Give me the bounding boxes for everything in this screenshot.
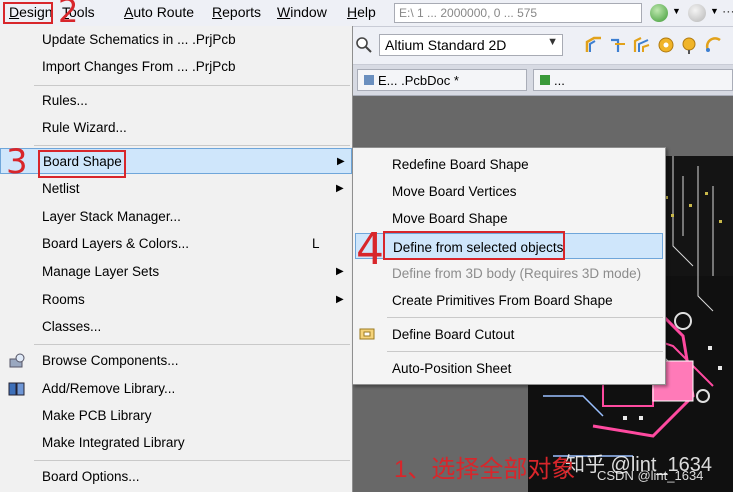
csdn-watermark: CSDN @lint_1634: [597, 468, 704, 483]
menu-separator: [34, 85, 350, 86]
differential-pair-icon[interactable]: [609, 36, 627, 54]
submenu-arrow-icon: ▶: [336, 183, 344, 194]
menu-item-board-layers-colors[interactable]: Board Layers & Colors... L: [0, 231, 352, 257]
submenu-item-auto-position-sheet[interactable]: Auto-Position Sheet: [353, 355, 665, 381]
menu-item-rules[interactable]: Rules...: [0, 88, 352, 114]
menu-item-make-integrated-library[interactable]: Make Integrated Library: [0, 430, 352, 456]
schematic-file-icon: [540, 75, 550, 85]
submenu-separator: [387, 351, 663, 352]
pad-icon[interactable]: [657, 36, 675, 54]
menubar: Design Tools Auto Route Reports Window H…: [0, 0, 733, 27]
submenu-arrow-icon: ▶: [337, 156, 345, 167]
menu-item-rule-wizard[interactable]: Rule Wizard...: [0, 115, 352, 141]
magnifier-icon[interactable]: [355, 36, 373, 54]
menu-item-board-options[interactable]: Board Options...: [0, 464, 352, 490]
menu-help[interactable]: Help: [347, 4, 376, 20]
back-dropdown-icon[interactable]: ▼: [672, 6, 681, 16]
chevron-down-icon: ▼: [547, 36, 558, 48]
route-multiple-icon[interactable]: [633, 36, 651, 54]
toolbar: Altium Standard 2D ▼: [353, 27, 733, 65]
submenu-item-redefine-board-shape[interactable]: Redefine Board Shape: [353, 151, 665, 177]
board-shape-submenu: Redefine Board Shape Move Board Vertices…: [352, 147, 666, 385]
menu-item-make-pcb-library[interactable]: Make PCB Library: [0, 403, 352, 429]
menu-separator: [34, 145, 350, 146]
more-icon[interactable]: ⋯: [722, 4, 733, 20]
library-book-icon: [8, 382, 25, 396]
submenu-item-create-primitives[interactable]: Create Primitives From Board Shape: [353, 287, 665, 313]
tab-pcb-document[interactable]: E... .PcbDoc *: [357, 69, 527, 91]
submenu-arrow-icon: ▶: [336, 294, 344, 305]
forward-icon[interactable]: [688, 4, 706, 22]
menu-auto-route[interactable]: Auto Route: [124, 4, 194, 20]
menu-separator: [34, 344, 350, 345]
annotation-step-3: 3: [6, 142, 28, 182]
submenu-item-define-board-cutout[interactable]: Define Board Cutout: [353, 321, 665, 347]
view-configuration-combo[interactable]: Altium Standard 2D ▼: [379, 34, 563, 56]
route-track-icon[interactable]: [585, 36, 603, 54]
via-icon[interactable]: [681, 36, 699, 54]
menu-item-manage-layer-sets[interactable]: Manage Layer Sets ▶: [0, 259, 352, 285]
annotation-step-2: 2: [58, 0, 79, 30]
menu-item-import-changes[interactable]: Import Changes From ... .PrjPcb: [0, 54, 352, 80]
board-cutout-icon: [359, 328, 375, 340]
menu-item-update-schematics[interactable]: Update Schematics in ... .PrjPcb: [0, 27, 352, 53]
menu-item-classes[interactable]: Classes...: [0, 314, 352, 340]
submenu-arrow-icon: ▶: [336, 266, 344, 277]
forward-dropdown-icon[interactable]: ▼: [710, 6, 719, 16]
menu-item-netlist[interactable]: Netlist ▶: [0, 176, 352, 202]
menu-reports[interactable]: Reports: [212, 4, 261, 20]
tab-second-document[interactable]: ...: [533, 69, 733, 91]
annotation-box-define-from-selected: [383, 231, 565, 260]
browse-components-icon: [9, 353, 25, 368]
submenu-item-define-from-3d-body: Define from 3D body (Requires 3D mode): [392, 266, 642, 281]
arc-icon[interactable]: [705, 36, 723, 54]
back-icon[interactable]: [650, 4, 668, 22]
pcb-file-icon: [364, 75, 374, 85]
menu-item-browse-components[interactable]: Browse Components...: [0, 348, 352, 374]
annotation-step-1-text: 1、选择全部对象: [394, 456, 576, 483]
menu-separator: [34, 460, 350, 461]
menu-item-rooms[interactable]: Rooms ▶: [0, 287, 352, 313]
submenu-item-move-board-shape[interactable]: Move Board Shape: [353, 205, 665, 231]
annotation-box-design: [3, 2, 53, 24]
submenu-item-move-board-vertices[interactable]: Move Board Vertices: [353, 178, 665, 204]
document-path-field[interactable]: E:\ 1 ... 2000000, 0 ... 575: [394, 3, 642, 23]
menu-window[interactable]: Window: [277, 4, 327, 20]
submenu-separator: [387, 317, 663, 318]
annotation-box-board-shape: [38, 150, 126, 178]
annotation-step-4: 4: [356, 224, 384, 275]
menu-item-add-remove-library[interactable]: Add/Remove Library...: [0, 376, 352, 402]
document-tabs: E... .PcbDoc * ...: [353, 65, 733, 96]
design-menu: Update Schematics in ... .PrjPcb Import …: [0, 26, 353, 492]
menu-item-layer-stack-manager[interactable]: Layer Stack Manager...: [0, 204, 352, 230]
